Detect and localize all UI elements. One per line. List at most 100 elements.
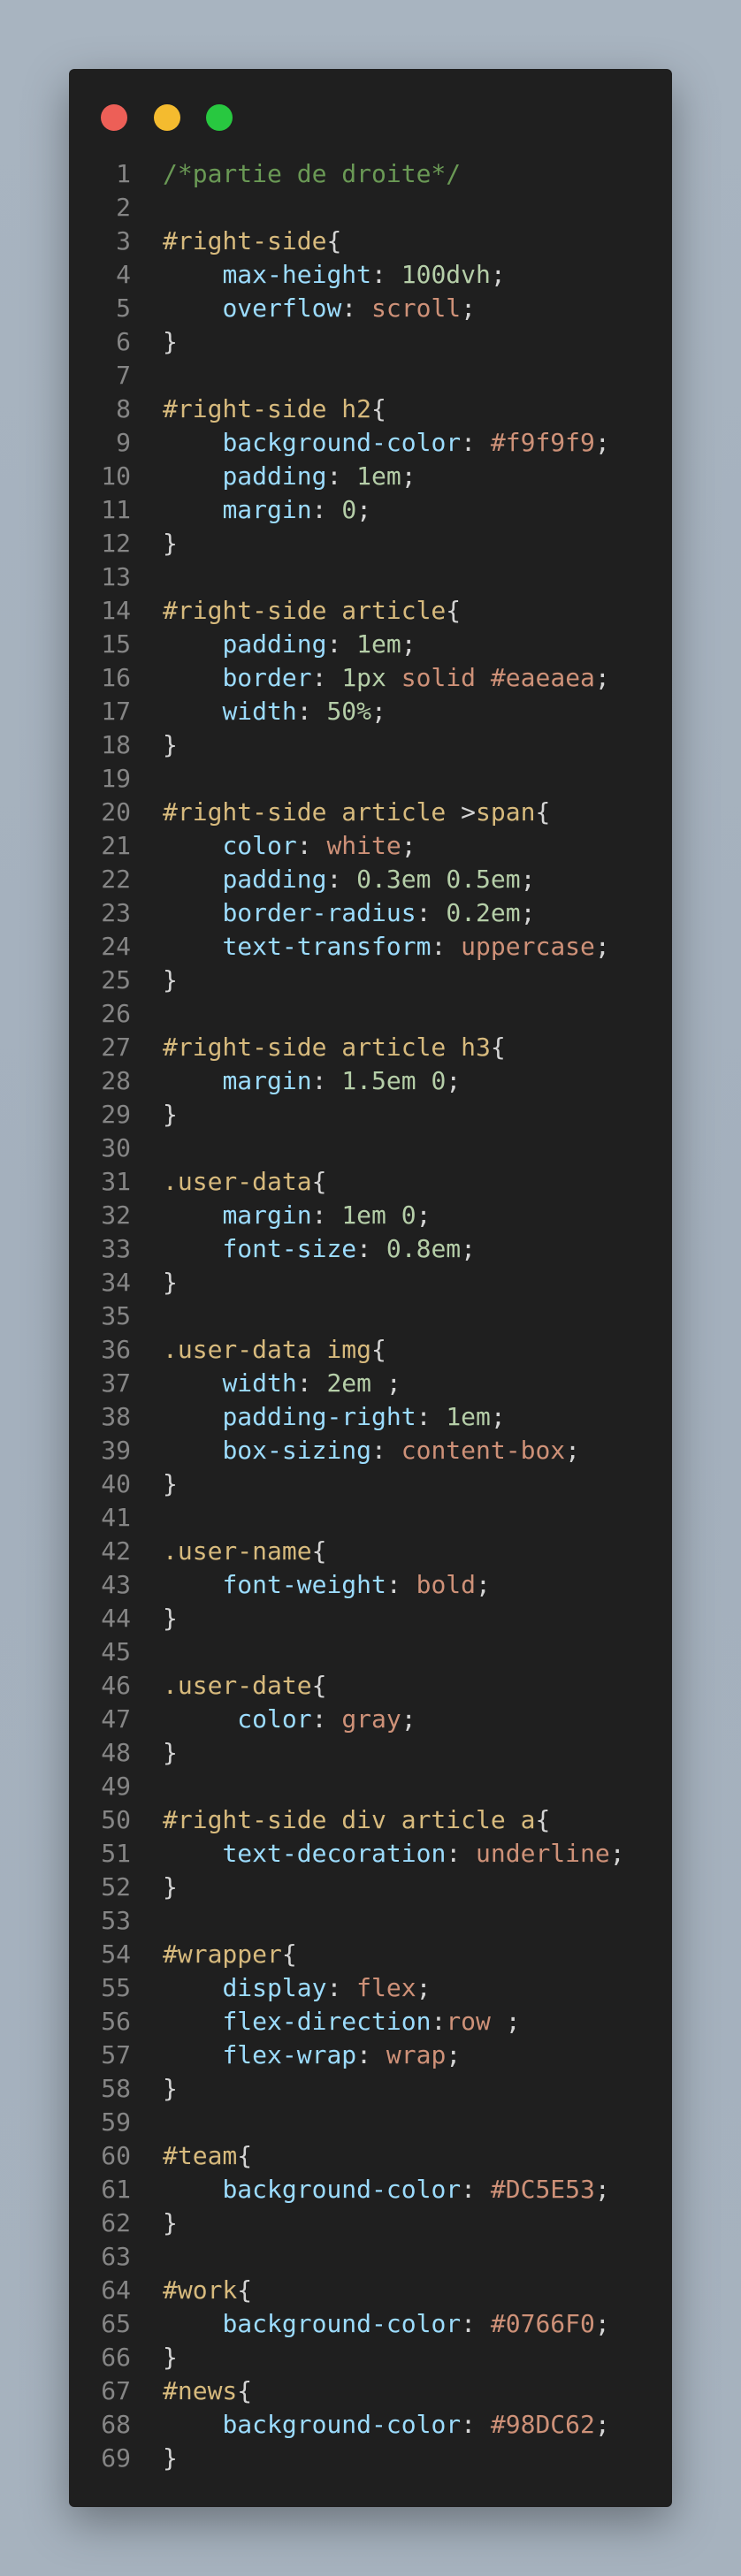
code-line: 10 padding: 1em; xyxy=(69,460,672,493)
code-token: } xyxy=(163,2074,178,2103)
code-token: width xyxy=(222,697,297,726)
code-line: 31 .user-data{ xyxy=(69,1165,672,1199)
code-token: } xyxy=(163,327,178,356)
code-token: ; xyxy=(520,865,536,894)
minimize-dot-icon[interactable] xyxy=(153,104,180,131)
code-text: max-height: 100dvh; xyxy=(131,258,505,292)
code-line: 59 xyxy=(69,2106,672,2139)
code-token: white xyxy=(326,831,401,860)
code-token: : xyxy=(326,461,357,491)
code-token: } xyxy=(163,965,178,995)
close-dot-icon[interactable] xyxy=(101,104,127,131)
line-number: 7 xyxy=(116,361,131,390)
code-text: .user-date{ xyxy=(131,1669,326,1703)
code-line: 9 background-color: #f9f9f9; xyxy=(69,426,672,460)
line-number: 41 xyxy=(101,1503,131,1532)
line-number: 19 xyxy=(101,764,131,793)
code-token: #right-side article xyxy=(163,596,447,625)
line-number: 42 xyxy=(101,1536,131,1566)
code-token: overflow xyxy=(222,293,342,323)
code-token: #wrapper xyxy=(163,1940,282,1969)
line-number: 55 xyxy=(101,1973,131,2002)
code-token: 0 xyxy=(341,495,357,524)
code-token: { xyxy=(237,2141,253,2170)
code-editor[interactable]: 1/*partie de droite*/2 3 #right-side{4 max… xyxy=(69,157,672,2475)
code-token: { xyxy=(237,2376,253,2405)
line-number: 8 xyxy=(116,394,131,423)
code-line: 29} xyxy=(69,1098,672,1132)
code-text: padding: 0.3em 0.5em; xyxy=(131,863,535,896)
code-text: } xyxy=(131,1602,178,1635)
code-text: } xyxy=(131,1266,178,1299)
maximize-dot-icon[interactable] xyxy=(206,104,233,131)
code-line: 40} xyxy=(69,1467,672,1501)
code-token: margin xyxy=(222,495,312,524)
line-number: 48 xyxy=(101,1738,131,1767)
line-number: 11 xyxy=(101,495,131,524)
code-token: : xyxy=(431,2007,447,2036)
code-line: 12} xyxy=(69,527,672,560)
line-number: 39 xyxy=(101,1436,131,1465)
code-text: #wrapper{ xyxy=(131,1938,297,1971)
code-line: 5 overflow: scroll; xyxy=(69,292,672,325)
code-token: { xyxy=(490,1033,506,1062)
code-token: } xyxy=(163,1872,178,1902)
line-number: 64 xyxy=(101,2275,131,2305)
code-token: } xyxy=(163,1738,178,1767)
code-text: box-sizing: content-box; xyxy=(131,1434,580,1467)
code-line: 15 padding: 1em; xyxy=(69,628,672,661)
line-number: 63 xyxy=(101,2242,131,2271)
code-token: bold xyxy=(416,1570,477,1599)
code-token: font-weight xyxy=(222,1570,386,1599)
line-number: 26 xyxy=(101,999,131,1028)
line-number: 21 xyxy=(101,831,131,860)
code-line: 63 xyxy=(69,2240,672,2274)
code-token: 0 xyxy=(401,1200,416,1230)
code-token: 1.5em xyxy=(341,1066,416,1095)
code-line: 21 color: white; xyxy=(69,829,672,863)
code-token: : xyxy=(341,293,372,323)
code-token: flex-direction xyxy=(222,2007,432,2036)
code-text: display: flex; xyxy=(131,1971,431,2005)
code-line: 66} xyxy=(69,2341,672,2374)
code-text: background-color: #98DC62; xyxy=(131,2408,610,2442)
code-text: text-decoration: underline; xyxy=(131,1837,624,1871)
code-text: flex-wrap: wrap; xyxy=(131,2039,461,2072)
code-text: } xyxy=(131,2072,178,2106)
line-number: 16 xyxy=(101,663,131,692)
code-token: ; xyxy=(416,1200,432,1230)
code-token: ; xyxy=(371,697,386,726)
line-number: 3 xyxy=(116,226,131,255)
code-token: { xyxy=(311,1671,327,1700)
code-text: font-size: 0.8em; xyxy=(131,1232,476,1266)
code-token: { xyxy=(371,394,386,423)
code-text: } xyxy=(131,964,178,997)
line-number: 22 xyxy=(101,865,131,894)
code-token: .user-name xyxy=(163,1536,312,1566)
code-token: : xyxy=(386,1570,416,1599)
code-token: { xyxy=(281,1940,297,1969)
line-number: 57 xyxy=(101,2040,131,2069)
code-token: #right-side div article a xyxy=(163,1805,536,1834)
code-token: ; xyxy=(594,2410,610,2439)
code-token: .user-data img xyxy=(163,1335,372,1364)
code-token: : xyxy=(416,1402,447,1431)
line-number: 28 xyxy=(101,1066,131,1095)
line-number: 69 xyxy=(101,2443,131,2473)
line-number: 30 xyxy=(101,1133,131,1162)
code-token: background-color xyxy=(222,2309,462,2338)
code-token: ; xyxy=(461,293,477,323)
line-number: 1 xyxy=(116,159,131,188)
code-line: 7 xyxy=(69,359,672,392)
code-token: : xyxy=(371,1436,401,1465)
code-text: background-color: #0766F0; xyxy=(131,2307,609,2341)
